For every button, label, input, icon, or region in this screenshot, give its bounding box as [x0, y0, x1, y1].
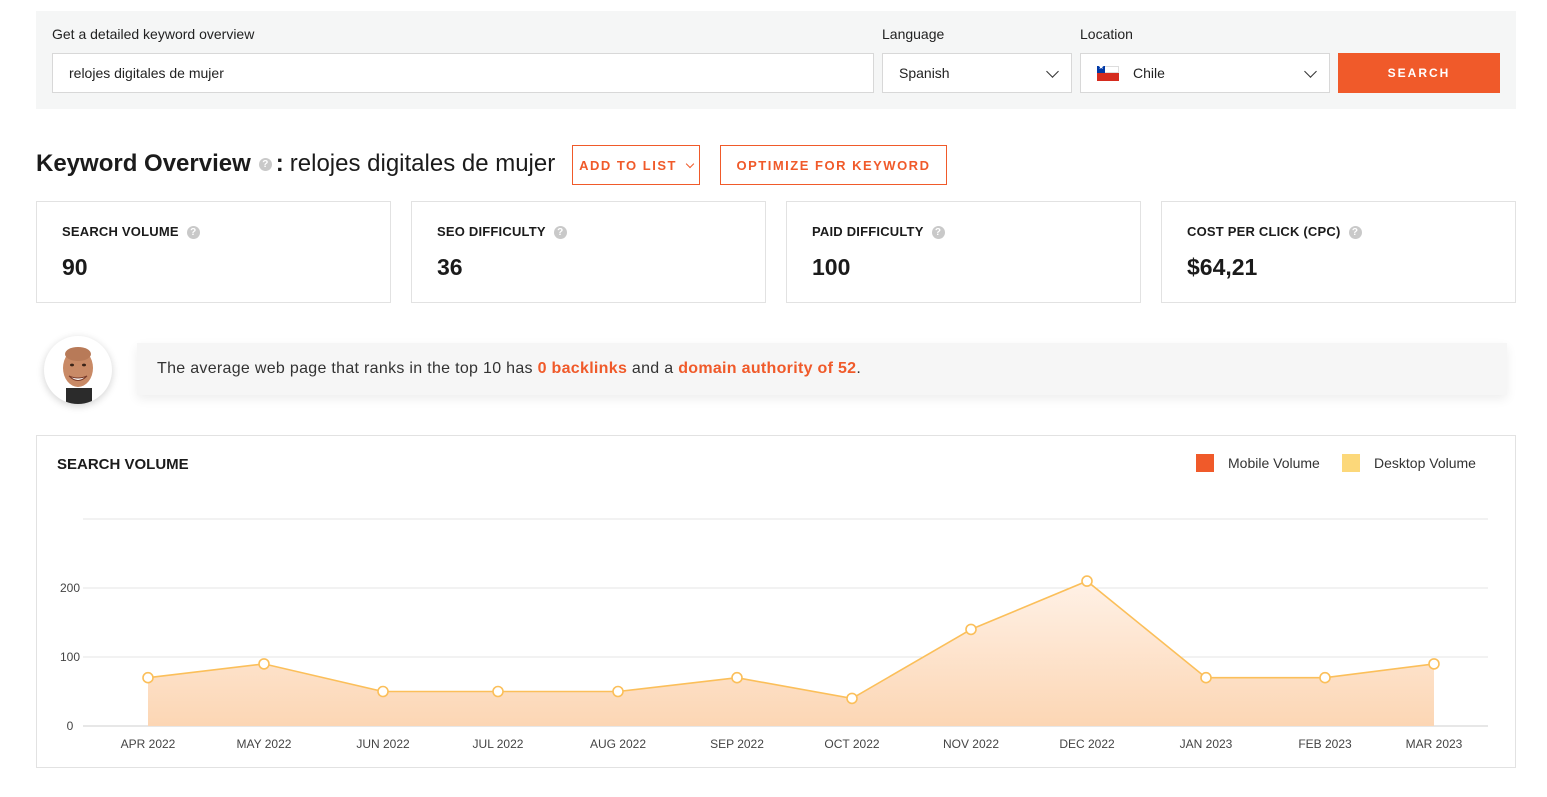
x-tick-label: JUL 2022 — [473, 737, 524, 751]
chart-plot: 0 100 200 APR 2022 MAY 2022 JUN 2022 JUL 2022 A… — [60, 518, 1488, 751]
data-point — [1428, 658, 1440, 670]
x-tick-label: JUN 2022 — [356, 737, 410, 751]
data-point — [731, 671, 743, 684]
data-point — [846, 692, 858, 705]
x-tick-label: SEP 2022 — [710, 737, 764, 751]
data-point — [965, 623, 977, 636]
y-tick-label: 200 — [60, 581, 80, 595]
data-point — [1200, 671, 1212, 684]
x-tick-label: APR 2022 — [121, 737, 176, 751]
data-point — [612, 685, 624, 698]
data-point — [258, 658, 270, 670]
desktop-volume-area — [148, 581, 1434, 726]
x-tick-label: NOV 2022 — [943, 737, 999, 751]
x-tick-label: JAN 2023 — [1180, 737, 1233, 751]
data-point — [1081, 575, 1093, 587]
x-tick-label: DEC 2022 — [1059, 737, 1115, 751]
x-tick-label: FEB 2023 — [1298, 737, 1352, 751]
y-tick-label: 0 — [67, 719, 74, 733]
data-point — [142, 671, 154, 684]
x-tick-label: MAY 2022 — [237, 737, 292, 751]
data-point — [377, 685, 389, 698]
data-point — [492, 685, 504, 698]
x-tick-label: OCT 2022 — [824, 737, 879, 751]
x-tick-label: AUG 2022 — [590, 737, 646, 751]
y-tick-label: 100 — [60, 650, 80, 664]
data-point — [1319, 671, 1331, 684]
x-tick-label: MAR 2023 — [1406, 737, 1463, 751]
